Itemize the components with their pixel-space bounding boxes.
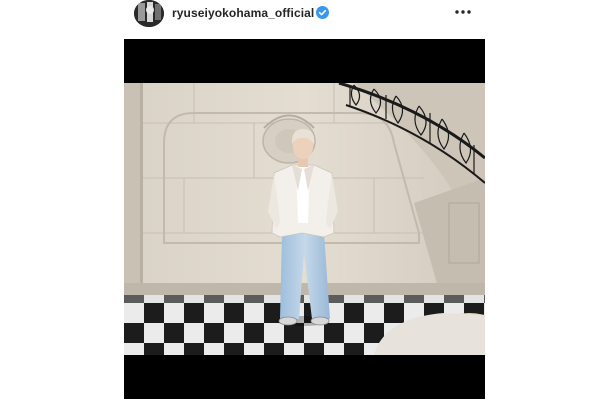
post-photo: [124, 83, 485, 355]
username[interactable]: ryuseiyokohama_official: [172, 6, 314, 20]
post-media[interactable]: [124, 39, 485, 399]
instagram-post: ryuseiyokohama_official: [0, 0, 610, 400]
more-options-icon[interactable]: [453, 4, 473, 20]
post-header: ryuseiyokohama_official: [0, 0, 610, 28]
verified-badge-icon: [316, 6, 329, 19]
profile-avatar[interactable]: [134, 0, 164, 27]
